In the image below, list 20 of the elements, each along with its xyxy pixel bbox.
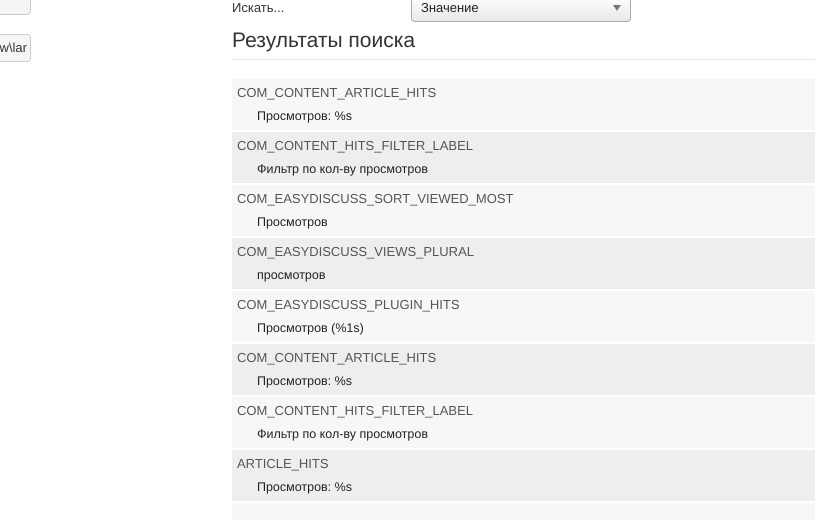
translation-text: Просмотров: %s: [257, 373, 353, 389]
caret-icon: [613, 5, 621, 11]
results-heading: Результаты поиска: [232, 28, 416, 54]
translation-text: Просмотров (%1s): [257, 320, 365, 336]
language-key: COM_CONTENT_ARTICLE_HITS: [237, 85, 810, 101]
translation-text: просмотров: [257, 267, 326, 283]
language-key: ARTICLE_HITS: [237, 456, 810, 472]
search-label: Искать...: [232, 0, 286, 18]
translation-text: Фильтр по кол-ву просмотров: [257, 161, 429, 177]
language-key: COM_CONTENT_ARTICLE_HITS: [237, 350, 810, 366]
translation-text: Просмотров: %s: [257, 479, 353, 495]
language-key: COM_CONTENT_HITS_FILTER_LABEL: [237, 403, 810, 419]
language-key: COM_CONTENT_HITS_FILTER_LABEL: [237, 138, 810, 154]
value-select[interactable]: Значение: [411, 0, 631, 22]
translation-text: Фильтр по кол-ву просмотров: [257, 426, 429, 442]
language-key: COM_EASYDISCUSS_SORT_VIEWED_MOST: [237, 191, 810, 207]
language-key: COM_EASYDISCUSS_PLUGIN_HITS: [237, 297, 810, 313]
translation-text: Просмотров: %s: [257, 108, 353, 124]
translation-text: Просмотров: [257, 214, 329, 230]
language-key: COM_EASYDISCUSS_VIEWS_PLURAL: [237, 244, 810, 260]
